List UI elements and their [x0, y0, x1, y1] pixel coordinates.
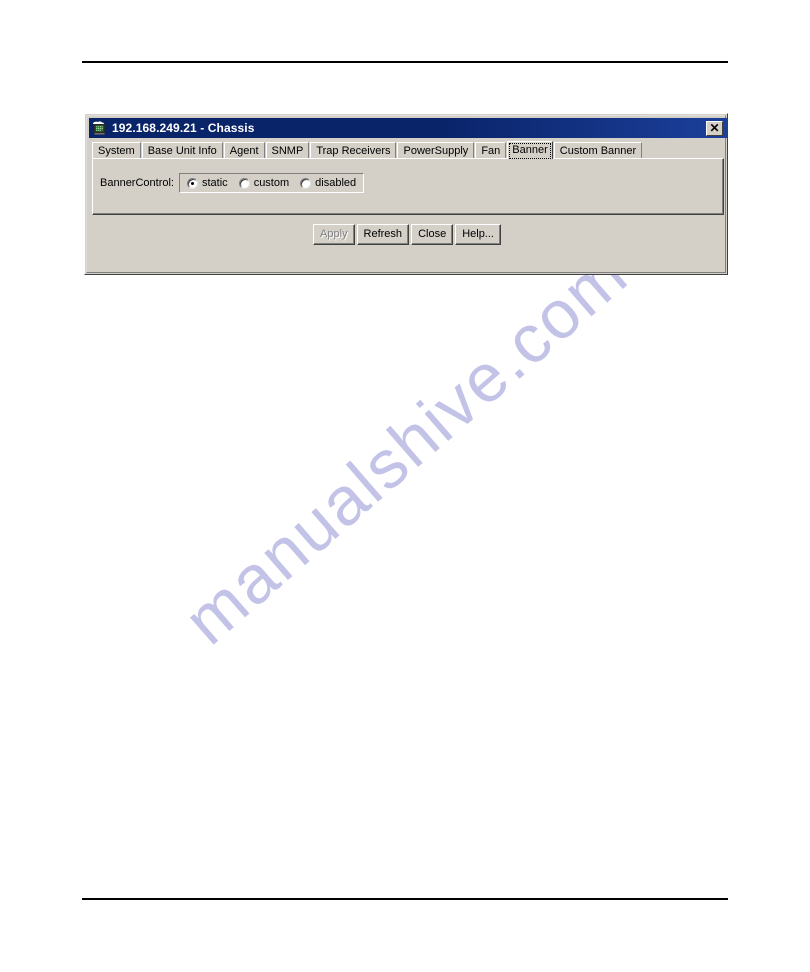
chassis-dialog-window: 192.168.249.21 - Chassis ✕ System Base U… — [84, 113, 728, 275]
banner-control-label: BannerControl: — [100, 176, 174, 189]
tab-trap-receivers[interactable]: Trap Receivers — [310, 142, 397, 159]
close-button[interactable]: ✕ — [706, 120, 723, 136]
close-icon: ✕ — [709, 120, 720, 135]
radio-button-icon — [187, 177, 198, 189]
radio-label: disabled — [315, 176, 357, 189]
tab-label: Base Unit Info — [147, 145, 217, 157]
button-label: Refresh — [363, 228, 403, 240]
radio-custom[interactable]: custom — [238, 176, 290, 190]
radio-label: custom — [253, 176, 290, 189]
tab-label: Agent — [229, 145, 259, 157]
close-dialog-button[interactable]: Close — [411, 224, 454, 245]
button-label: Apply — [320, 228, 348, 240]
banner-tab-panel-inner: BannerControl: static custom disabled — [93, 159, 723, 214]
radio-disabled[interactable]: disabled — [300, 177, 356, 190]
tab-powersupply[interactable]: PowerSupply — [397, 142, 475, 159]
banner-tab-panel: BannerControl: static custom disabled — [92, 158, 724, 215]
tab-label: Custom Banner — [559, 145, 637, 157]
help-button[interactable]: Help... — [455, 224, 501, 245]
radio-static[interactable]: static — [187, 177, 228, 190]
page-watermark: manualshive.com — [170, 234, 642, 660]
tab-label: System — [98, 145, 135, 157]
radio-button-icon — [238, 177, 250, 189]
window-title: 192.168.249.21 - Chassis — [112, 121, 255, 135]
tab-base-unit-info[interactable]: Base Unit Info — [141, 142, 223, 159]
tab-strip: System Base Unit Info Agent SNMP Trap Re… — [92, 141, 724, 159]
tab-system[interactable]: System — [92, 142, 141, 159]
page-footer-rule — [82, 898, 728, 900]
button-label: Help... — [462, 228, 494, 240]
tab-label: SNMP — [271, 145, 304, 157]
tab-label: Trap Receivers — [316, 145, 391, 157]
banner-control-row: BannerControl: static custom disabled — [100, 173, 365, 193]
button-label: Close — [418, 228, 447, 240]
apply-button[interactable]: Apply — [313, 224, 355, 245]
banner-control-radio-group: static custom disabled — [179, 173, 365, 193]
refresh-button[interactable]: Refresh — [356, 224, 410, 245]
radio-button-icon — [300, 177, 312, 189]
window-titlebar[interactable]: 192.168.249.21 - Chassis ✕ — [89, 118, 727, 138]
tab-snmp[interactable]: SNMP — [265, 142, 310, 159]
window-inner-frame: 192.168.249.21 - Chassis ✕ System Base U… — [86, 115, 727, 273]
tab-label: PowerSupply — [403, 145, 469, 157]
tab-label: Banner — [512, 144, 548, 156]
page-header-rule — [82, 61, 728, 63]
dialog-button-bar: Apply Refresh Close Help... — [87, 224, 727, 245]
radio-label: static — [202, 176, 228, 189]
tab-banner[interactable]: Banner — [507, 141, 553, 159]
tab-label: Fan — [481, 145, 501, 157]
chassis-device-icon — [92, 120, 108, 136]
tab-fan[interactable]: Fan — [475, 142, 507, 159]
tab-custom-banner[interactable]: Custom Banner — [553, 142, 643, 159]
tab-agent[interactable]: Agent — [223, 142, 265, 159]
